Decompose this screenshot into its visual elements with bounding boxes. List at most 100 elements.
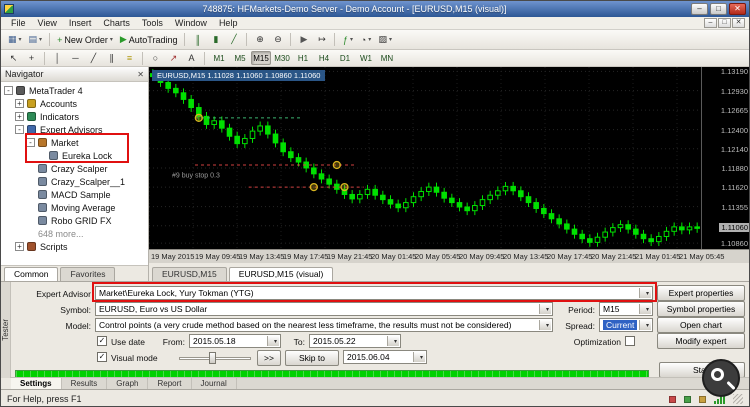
tree-item-crazy-scalper-1[interactable]: Crazy_Scalper__1 <box>1 175 148 188</box>
chart-restore-button[interactable]: □ <box>718 18 731 28</box>
menu-view[interactable]: View <box>32 18 63 28</box>
skip-to-button[interactable]: Skip to <box>285 350 339 366</box>
expert-advisor-select[interactable]: Market\Eureka Lock, Yury Tokman (YTG) <box>95 286 653 300</box>
tree-item-moving-average[interactable]: Moving Average <box>1 201 148 214</box>
bar-chart-icon[interactable]: ║ <box>189 32 206 48</box>
tree-item-eureka-lock[interactable]: Eureka Lock <box>1 149 148 162</box>
fibonacci-icon[interactable]: ≡ <box>121 50 138 66</box>
tree-item-metatrader-4[interactable]: - MetaTrader 4 <box>1 84 148 97</box>
tester-tab-results[interactable]: Results <box>62 378 108 389</box>
chart-shift-icon[interactable]: ↦ <box>313 32 330 48</box>
shapes-icon[interactable]: ○ <box>147 50 164 66</box>
menu-help[interactable]: Help <box>213 18 244 28</box>
zoom-in-icon[interactable]: ⊕ <box>251 32 268 48</box>
templates-icon[interactable]: ▨ ▾ <box>375 32 395 48</box>
collapse-icon[interactable]: - <box>15 125 24 134</box>
menu-tools[interactable]: Tools <box>136 18 169 28</box>
tree-item-accounts[interactable]: + Accounts <box>1 97 148 110</box>
tree-item-indicators[interactable]: + Indicators <box>1 110 148 123</box>
collapse-icon[interactable]: - <box>4 86 13 95</box>
auto-scroll-icon[interactable]: ▶ <box>295 32 312 48</box>
date-axis[interactable]: 19 May 2015 19 May 09:45 19 May 13:45 19 Ma… <box>149 249 749 263</box>
tree-item-market[interactable]: - Market <box>1 136 148 149</box>
expand-icon[interactable]: + <box>15 242 24 251</box>
horizontal-line-icon[interactable]: ─ <box>67 50 84 66</box>
skip-to-date-select[interactable]: 2015.06.04 <box>343 350 427 364</box>
visual-mode-checkbox[interactable]: ✓ <box>97 352 107 362</box>
period-select[interactable]: M15 <box>599 302 653 316</box>
navigator-close-icon[interactable]: ✕ <box>137 70 144 79</box>
channel-icon[interactable]: ∥ <box>103 50 120 66</box>
cursor-icon[interactable]: ↖ <box>5 50 22 66</box>
timeframe-mn-button[interactable]: MN <box>377 51 397 65</box>
periods-icon[interactable]: ◔ ▾ <box>357 32 374 48</box>
chart-tab-eurusd-m15[interactable]: EURUSD,M15 <box>152 267 227 281</box>
chart-minimize-button[interactable]: – <box>704 18 717 28</box>
tree-item-macd-sample[interactable]: MACD Sample <box>1 188 148 201</box>
symbol-properties-button[interactable]: Symbol properties <box>657 301 745 317</box>
timeframe-w1-button[interactable]: W1 <box>356 51 376 65</box>
trendline-icon[interactable]: ╱ <box>85 50 102 66</box>
tree-item-crazy-scalper[interactable]: Crazy Scalper <box>1 162 148 175</box>
chart-close-button[interactable]: ✕ <box>732 18 745 28</box>
new-chart-icon[interactable]: ▦ ▾ <box>5 32 25 48</box>
price-axis[interactable]: 1.13190 1.12930 1.12665 1.12400 1.12140 1.118… <box>701 67 749 249</box>
expand-icon[interactable]: + <box>15 99 24 108</box>
tester-tab-journal[interactable]: Journal <box>192 378 237 389</box>
nav-tab-favorites[interactable]: Favorites <box>60 267 116 281</box>
open-chart-button[interactable]: Open chart <box>657 317 745 333</box>
profiles-icon[interactable]: ▤ ▾ <box>26 32 46 48</box>
model-select[interactable]: Control points (a very crude method base… <box>95 318 553 332</box>
tester-tab-graph[interactable]: Graph <box>107 378 149 389</box>
chart-plot[interactable]: EURUSD,M15 1.11028 1.11060 1.10860 1.110… <box>148 67 701 249</box>
menu-file[interactable]: File <box>5 18 32 28</box>
navigator-header[interactable]: Navigator ✕ <box>1 67 148 82</box>
vertical-line-icon[interactable]: │ <box>49 50 66 66</box>
optimization-checkbox[interactable] <box>625 336 635 346</box>
timeframe-m30-button[interactable]: M30 <box>272 51 292 65</box>
zoom-out-icon[interactable]: ⊖ <box>269 32 286 48</box>
timeframe-m15-button[interactable]: M15 <box>251 51 271 65</box>
fast-forward-button[interactable]: >> <box>257 350 281 366</box>
spread-select[interactable]: Current <box>599 318 653 332</box>
minimize-button[interactable]: – <box>691 3 708 15</box>
timeframe-h1-button[interactable]: H1 <box>293 51 313 65</box>
nav-tab-common[interactable]: Common <box>4 267 59 281</box>
chart-tab-eurusd-m15-visual[interactable]: EURUSD,M15 (visual) <box>228 267 334 281</box>
menu-charts[interactable]: Charts <box>97 18 136 28</box>
to-date-select[interactable]: 2015.05.22 <box>309 334 401 348</box>
symbol-select[interactable]: EURUSD, Euro vs US Dollar <box>95 302 553 316</box>
tree-item-scripts[interactable]: + Scripts <box>1 240 148 253</box>
tester-tab-settings[interactable]: Settings <box>11 378 62 389</box>
tester-tab-report[interactable]: Report <box>148 378 192 389</box>
candlestick-chart-icon[interactable]: ▮ <box>207 32 224 48</box>
tree-item-648-more[interactable]: 648 more... <box>1 227 148 240</box>
arrows-icon[interactable]: ↗ <box>165 50 182 66</box>
autotrading-button[interactable]: ▶ AutoTrading <box>117 32 181 48</box>
modify-expert-button[interactable]: Modify expert <box>657 333 745 349</box>
timeframe-m1-button[interactable]: M1 <box>209 51 229 65</box>
new-order-button[interactable]: + New Order ▾ <box>54 32 116 48</box>
timeframe-h4-button[interactable]: H4 <box>314 51 334 65</box>
titlebar[interactable]: 748875: HFMarkets-Demo Server - Demo Acc… <box>1 1 749 17</box>
tree-item-expert-advisors[interactable]: - Expert Advisors <box>1 123 148 136</box>
tree-item-robo-grid-fx[interactable]: Robo GRID FX <box>1 214 148 227</box>
from-date-select[interactable]: 2015.05.18 <box>189 334 281 348</box>
maximize-button[interactable]: □ <box>710 3 727 15</box>
line-chart-icon[interactable]: ╱ <box>225 32 242 48</box>
visual-speed-slider[interactable] <box>179 351 251 365</box>
expand-icon[interactable]: + <box>15 112 24 121</box>
use-date-checkbox[interactable]: ✓ <box>97 336 107 346</box>
menu-insert[interactable]: Insert <box>63 18 98 28</box>
resize-grip[interactable] <box>733 394 743 404</box>
slider-thumb[interactable] <box>209 352 216 364</box>
timeframe-m5-button[interactable]: M5 <box>230 51 250 65</box>
close-button[interactable]: ✕ <box>729 3 746 15</box>
indicators-icon[interactable]: ƒ ▾ <box>339 32 356 48</box>
tester-vertical-tab[interactable]: Tester <box>1 282 11 378</box>
menu-window[interactable]: Window <box>169 18 213 28</box>
crosshair-icon[interactable]: + <box>23 50 40 66</box>
collapse-icon[interactable]: - <box>26 138 35 147</box>
timeframe-d1-button[interactable]: D1 <box>335 51 355 65</box>
text-icon[interactable]: A <box>183 50 200 66</box>
